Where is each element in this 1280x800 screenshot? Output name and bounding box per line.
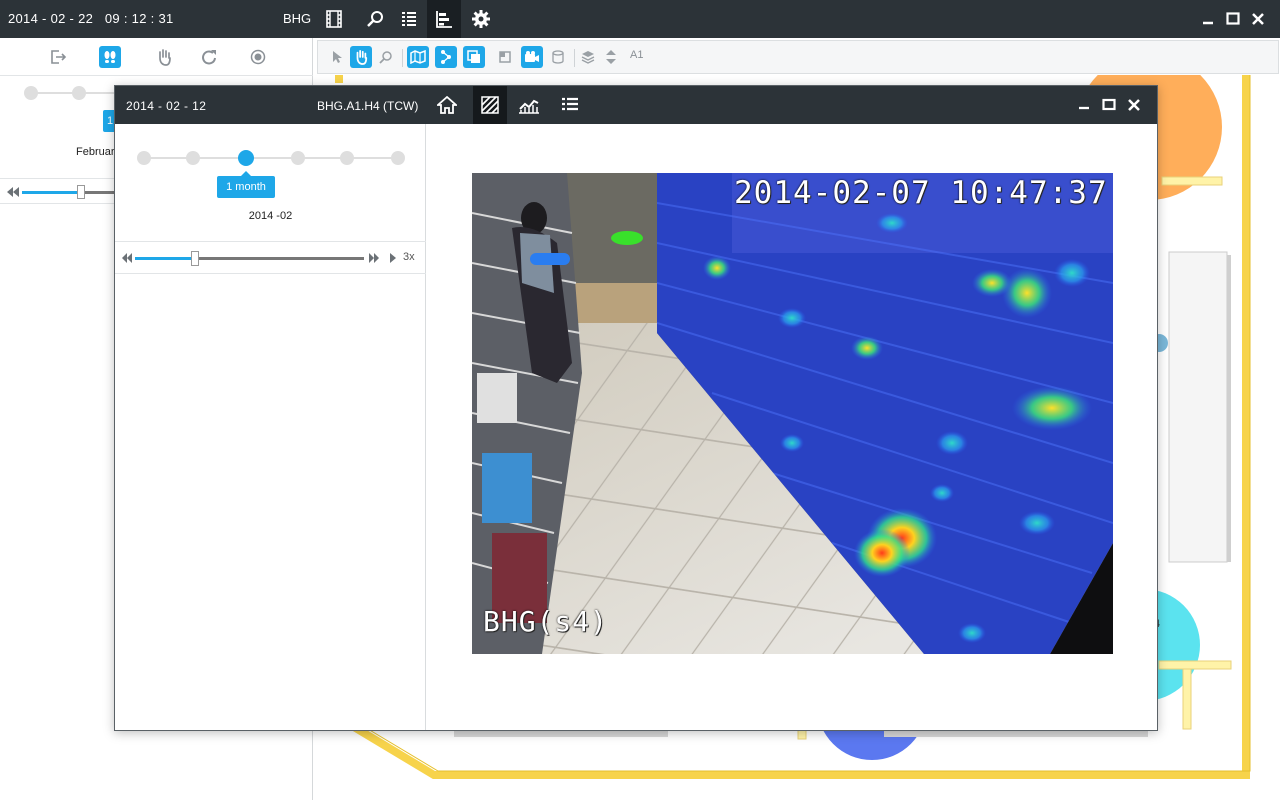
level-label: A1 [630,49,644,61]
map-view-icon[interactable] [407,46,429,68]
popup-close-icon[interactable] [1124,95,1144,115]
period-label: Februar [76,146,115,158]
film-icon[interactable] [317,0,351,38]
search-icon[interactable] [358,0,392,38]
current-datetime: 2014 - 02 - 22 09 : 12 : 31 [8,11,174,26]
fast-forward-icon[interactable] [368,252,380,264]
list-icon[interactable] [553,86,587,124]
period-dot[interactable] [391,151,405,165]
period-dot[interactable] [186,151,200,165]
heatmap-popup-window: 2014 - 02 - 12 BHG.A1.H4 (TCW) 1 month 2… [114,85,1158,731]
level-updown-icon[interactable] [600,46,622,68]
period-badge: 1 month [217,171,275,198]
popup-minimize-icon[interactable] [1074,95,1094,115]
play-icon[interactable] [389,252,397,264]
zoom-icon[interactable] [375,46,397,68]
camera-name: BHG.A1.H4 (TCW) [317,99,419,113]
layers-copy-icon[interactable] [463,46,485,68]
popup-titlebar[interactable]: 2014 - 02 - 12 BHG.A1.H4 (TCW) [115,86,1157,124]
playback-speed: 3x [403,251,415,263]
record-icon[interactable] [247,46,269,68]
video-timestamp: 2014-02-07 10:47:37 [734,175,1108,211]
list-icon[interactable] [392,0,426,38]
redo-icon[interactable] [199,46,221,68]
close-icon[interactable] [1248,9,1268,29]
trend-chart-icon[interactable] [512,86,546,124]
footprints-icon[interactable] [99,46,121,68]
range-dot[interactable] [24,86,38,100]
maximize-icon[interactable] [1223,9,1243,29]
pointer-icon[interactable] [326,46,348,68]
video-camera-label: BHG(s4) [483,605,609,638]
left-toolbar [0,38,313,76]
site-name: BHG [283,11,312,26]
bar-chart-icon[interactable] [427,0,461,38]
range-dot[interactable] [72,86,86,100]
popup-side-panel: 1 month 2014 -02 3x [115,124,426,730]
rewind-icon[interactable] [6,186,20,198]
minimize-icon[interactable] [1198,9,1218,29]
timeline-handle[interactable] [77,185,85,199]
playback-bar: 3x [115,241,426,274]
path-flow-icon[interactable] [435,46,457,68]
home-icon[interactable] [430,86,464,124]
hand-icon[interactable] [153,46,175,68]
camera-video-frame[interactable]: 2014-02-07 10:47:37 BHG(s4) [472,173,1113,654]
database-icon[interactable] [547,46,569,68]
period-dot[interactable] [340,151,354,165]
timeline-progress [135,257,195,260]
popup-date: 2014 - 02 - 12 [126,99,207,113]
popup-maximize-icon[interactable] [1099,95,1119,115]
timeline-progress [22,191,82,194]
pan-hand-icon[interactable] [350,46,372,68]
gear-icon[interactable] [464,0,498,38]
shelf [1168,251,1228,563]
period-dot-selected[interactable] [238,150,254,166]
rewind-icon[interactable] [121,252,133,264]
period-dot[interactable] [137,151,151,165]
map-toolbar: A1 [317,40,1279,74]
camera-icon[interactable] [521,46,543,68]
heatmap-icon[interactable] [473,86,507,124]
period-dot[interactable] [291,151,305,165]
exit-icon[interactable] [47,46,69,68]
layers-icon[interactable] [577,46,599,68]
square-icon[interactable] [494,46,516,68]
timeline-handle[interactable] [190,251,199,266]
top-bar: 2014 - 02 - 22 09 : 12 : 31 BHG [0,0,1280,38]
period-value: 2014 -02 [248,210,293,222]
